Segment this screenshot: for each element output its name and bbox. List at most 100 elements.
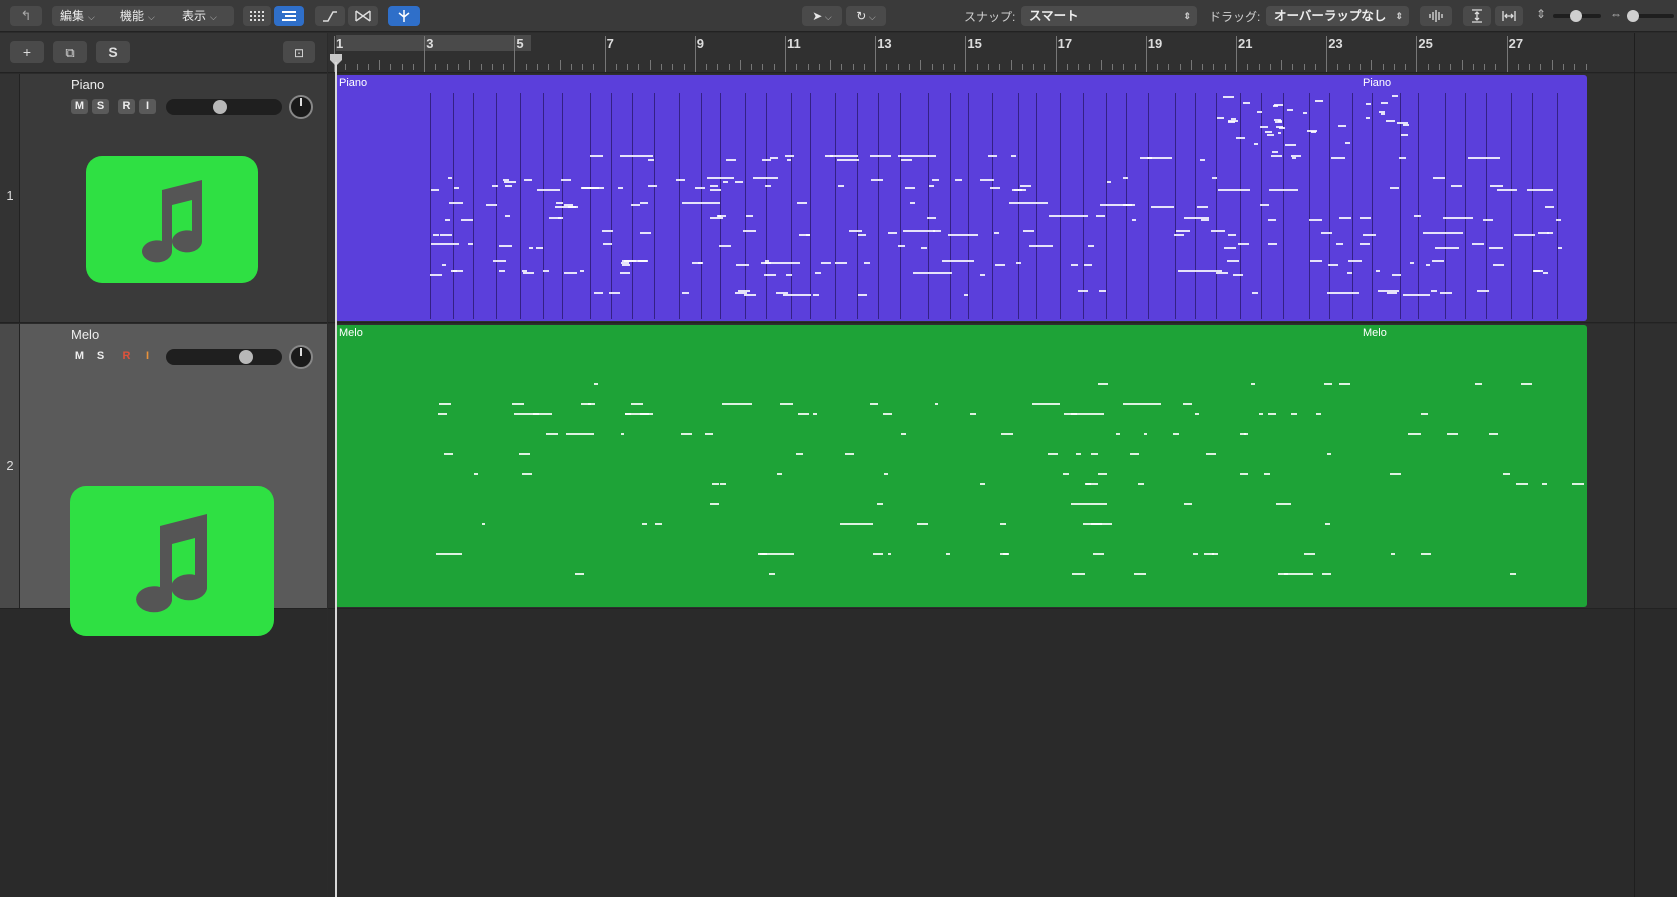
- midi-note[interactable]: [440, 234, 453, 236]
- midi-note[interactable]: [1138, 483, 1145, 485]
- midi-note[interactable]: [1493, 264, 1504, 266]
- midi-note[interactable]: [887, 553, 892, 555]
- midi-note[interactable]: [524, 179, 533, 181]
- midi-note[interactable]: [1375, 270, 1381, 272]
- midi-note[interactable]: [1240, 473, 1248, 475]
- midi-note[interactable]: [1267, 413, 1276, 415]
- midi-note[interactable]: [1132, 219, 1137, 221]
- midi-note[interactable]: [1201, 219, 1210, 221]
- midi-note[interactable]: [726, 159, 737, 161]
- midi-note[interactable]: [1359, 243, 1370, 245]
- midi-note[interactable]: [1020, 185, 1031, 187]
- midi-note[interactable]: [1520, 383, 1532, 385]
- midi-note[interactable]: [554, 206, 577, 208]
- midi-note[interactable]: [1195, 413, 1200, 415]
- midi-note[interactable]: [1541, 483, 1548, 485]
- midi-note[interactable]: [838, 185, 844, 187]
- midi-note[interactable]: [948, 234, 979, 236]
- midi-note[interactable]: [900, 159, 912, 161]
- horizontal-fit-button[interactable]: [1495, 6, 1523, 26]
- midi-note[interactable]: [681, 433, 692, 435]
- midi-note[interactable]: [1311, 130, 1316, 133]
- midi-note[interactable]: [435, 553, 463, 555]
- midi-note[interactable]: [1403, 294, 1430, 296]
- midi-note[interactable]: [1287, 108, 1293, 111]
- midi-note[interactable]: [682, 292, 690, 294]
- flex-button[interactable]: [348, 6, 378, 26]
- midi-note[interactable]: [1231, 117, 1237, 120]
- volume-slider[interactable]: [166, 349, 282, 365]
- midi-note[interactable]: [1265, 130, 1273, 133]
- midi-note[interactable]: [1223, 247, 1237, 249]
- midi-note[interactable]: [1173, 433, 1179, 435]
- midi-note[interactable]: [888, 232, 898, 234]
- midi-note[interactable]: [980, 483, 986, 485]
- track-name[interactable]: Melo: [71, 327, 99, 342]
- midi-note[interactable]: [1557, 247, 1563, 249]
- midi-note[interactable]: [704, 433, 714, 435]
- midi-note[interactable]: [1327, 453, 1331, 455]
- midi-note[interactable]: [1534, 270, 1540, 272]
- midi-note[interactable]: [994, 232, 1000, 234]
- midi-note[interactable]: [1379, 111, 1386, 114]
- midi-note[interactable]: [1432, 260, 1444, 262]
- record-enable-button[interactable]: R: [118, 349, 135, 364]
- midi-note[interactable]: [1222, 96, 1234, 99]
- midi-note[interactable]: [521, 473, 532, 475]
- midi-note[interactable]: [863, 262, 870, 264]
- midi-note[interactable]: [619, 272, 630, 274]
- midi-note[interactable]: [694, 187, 706, 189]
- midi-note[interactable]: [1250, 383, 1255, 385]
- midi-note[interactable]: [1192, 553, 1198, 555]
- midi-note[interactable]: [812, 294, 820, 296]
- midi-note[interactable]: [1327, 264, 1339, 266]
- midi-note[interactable]: [1176, 230, 1190, 232]
- midi-note[interactable]: [1267, 219, 1277, 221]
- midi-note[interactable]: [1184, 217, 1209, 219]
- midi-note[interactable]: [1386, 119, 1396, 122]
- midi-note[interactable]: [438, 403, 451, 405]
- midi-note[interactable]: [1277, 131, 1282, 134]
- midi-note[interactable]: [1197, 206, 1209, 208]
- midi-note[interactable]: [858, 294, 867, 296]
- midi-note[interactable]: [709, 503, 720, 505]
- midi-note[interactable]: [1129, 453, 1140, 455]
- midi-note[interactable]: [722, 403, 752, 405]
- midi-note[interactable]: [835, 262, 847, 264]
- midi-note[interactable]: [980, 179, 994, 181]
- midi-note[interactable]: [797, 413, 810, 415]
- midi-note[interactable]: [432, 234, 439, 236]
- mute-button[interactable]: M: [71, 349, 88, 364]
- midi-note[interactable]: [786, 274, 793, 276]
- midi-note[interactable]: [1391, 95, 1399, 98]
- midi-note[interactable]: [1090, 453, 1099, 455]
- track-header-piano[interactable]: 1 Piano M S R I: [0, 74, 327, 323]
- midi-note[interactable]: [1477, 290, 1489, 292]
- midi-note[interactable]: [1243, 101, 1251, 104]
- midi-note[interactable]: [927, 217, 936, 219]
- midi-note[interactable]: [1253, 143, 1258, 146]
- midi-note[interactable]: [720, 483, 727, 485]
- midi-note[interactable]: [805, 234, 810, 236]
- midi-note[interactable]: [681, 202, 721, 204]
- global-solo-button[interactable]: S: [96, 41, 130, 63]
- menu-view[interactable]: 表示 ⌵: [182, 6, 217, 26]
- midi-note[interactable]: [619, 155, 654, 157]
- midi-note[interactable]: [934, 403, 938, 405]
- midi-note[interactable]: [1527, 189, 1553, 191]
- midi-note[interactable]: [871, 179, 883, 181]
- midi-note[interactable]: [1391, 553, 1396, 555]
- back-button[interactable]: ↰: [10, 6, 42, 26]
- midi-note[interactable]: [1378, 290, 1399, 292]
- midi-note[interactable]: [580, 187, 595, 189]
- midi-note[interactable]: [1216, 117, 1224, 120]
- solo-button[interactable]: S: [92, 99, 109, 114]
- midi-note[interactable]: [845, 453, 854, 455]
- midi-note[interactable]: [1398, 157, 1407, 159]
- pan-knob[interactable]: [289, 95, 313, 119]
- midi-note[interactable]: [980, 274, 985, 276]
- midi-note[interactable]: [963, 294, 968, 296]
- midi-note[interactable]: [1271, 150, 1278, 153]
- track-name[interactable]: Piano: [71, 77, 104, 92]
- track-header-melo[interactable]: 2 Melo M S R I: [0, 324, 327, 636]
